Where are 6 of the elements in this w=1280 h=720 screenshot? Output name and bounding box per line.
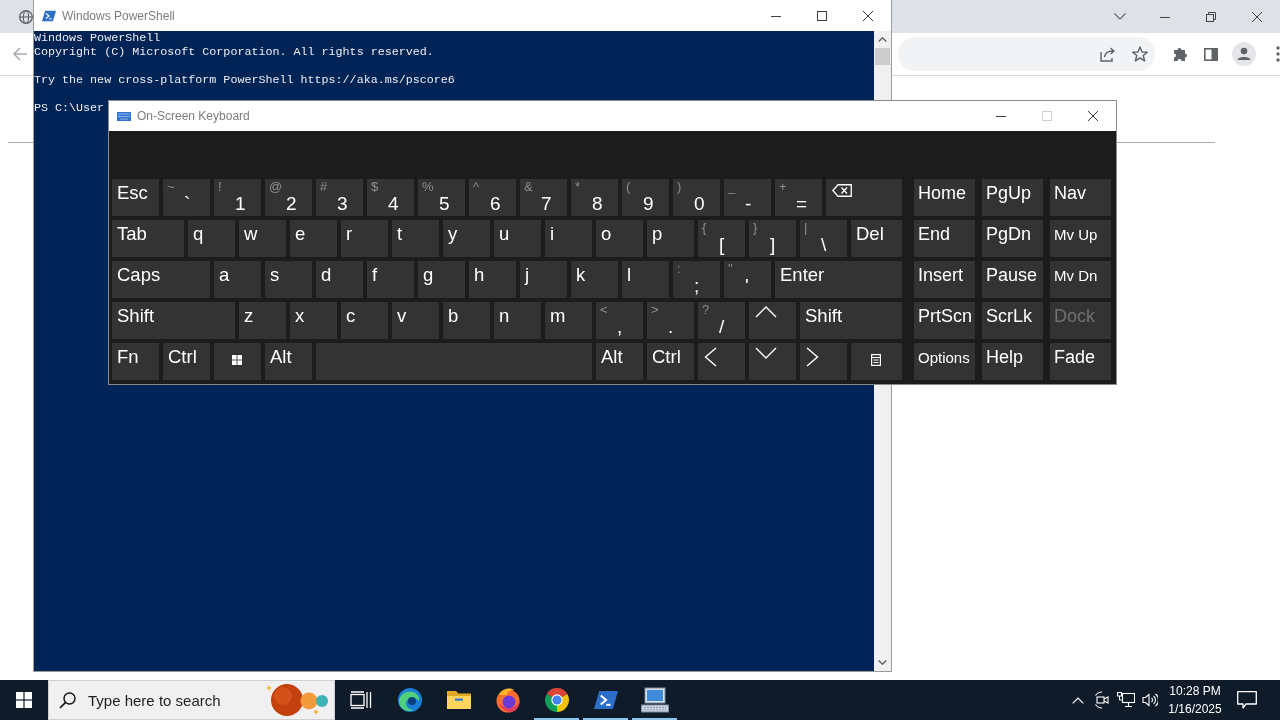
console-line: Try the new cross-platform PowerShell https://aka.ms/pscore6: [34, 73, 455, 87]
window-title: On-Screen Keyboard: [137, 109, 250, 123]
console-line: PS C:\User: [34, 101, 105, 115]
window-title: Windows PowerShell: [62, 8, 175, 23]
console-line: Copyright (C) Microsoft Corporation. All rights reserved.: [34, 45, 434, 59]
console-line: Windows PowerShell: [34, 31, 161, 45]
